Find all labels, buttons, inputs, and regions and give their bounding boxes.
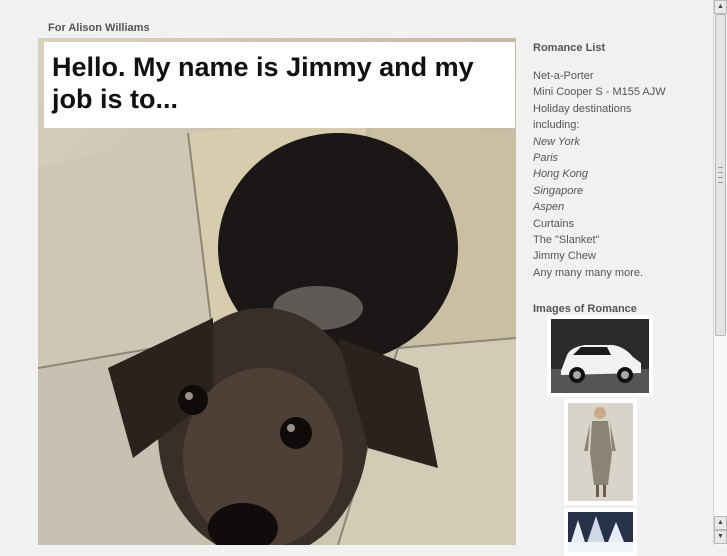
- list-item: Jimmy Chew: [533, 250, 596, 263]
- romance-image-fashion[interactable]: [564, 399, 637, 505]
- list-item: Net-a-Porter: [533, 70, 594, 82]
- snowy-forest-photo-icon: [568, 512, 633, 552]
- romance-image-car[interactable]: [547, 315, 653, 397]
- list-item: Any many many more.: [533, 266, 644, 279]
- list-item: including:: [533, 119, 580, 132]
- site-header: For Alison Williams: [48, 22, 150, 34]
- arrow-up-icon: ▲: [717, 3, 724, 10]
- sidebar: Romance List Net-a-Porter Mini Cooper S …: [533, 42, 703, 315]
- car-photo-icon: [551, 319, 649, 393]
- list-item: Curtains: [533, 217, 574, 230]
- images-of-romance-title: Images of Romance: [533, 303, 637, 316]
- list-item: Hong Kong: [533, 168, 589, 181]
- list-item: Paris: [533, 152, 559, 165]
- list-item: Holiday destinations: [533, 102, 632, 115]
- post-title[interactable]: Hello. My name is Jimmy and my job is to…: [52, 51, 507, 115]
- scroll-up-button-bottom[interactable]: ▲: [714, 516, 727, 530]
- list-item: New York: [533, 135, 580, 148]
- list-item: The "Slanket": [533, 234, 600, 247]
- list-item: Aspen: [533, 201, 565, 214]
- vertical-scrollbar[interactable]: ▲ ▲ ▼: [713, 0, 727, 545]
- post-title-box: Hello. My name is Jimmy and my job is to…: [44, 42, 515, 128]
- scroll-down-button[interactable]: ▼: [714, 530, 727, 544]
- grip-icon: [718, 167, 723, 183]
- romance-list: Net-a-Porter Mini Cooper S - M155 AJW Ho…: [533, 68, 703, 281]
- scroll-up-button[interactable]: ▲: [714, 0, 727, 14]
- list-item: Mini Cooper S - M155 AJW: [533, 86, 666, 99]
- romance-list-title: Romance List: [533, 42, 606, 54]
- list-item: Singapore: [533, 184, 584, 197]
- fashion-model-photo-icon: [568, 403, 633, 501]
- romance-image-snow[interactable]: [564, 508, 637, 556]
- scrollbar-thumb[interactable]: [715, 14, 726, 336]
- arrow-up-icon: ▲: [717, 519, 724, 526]
- arrow-down-icon: ▼: [717, 533, 724, 540]
